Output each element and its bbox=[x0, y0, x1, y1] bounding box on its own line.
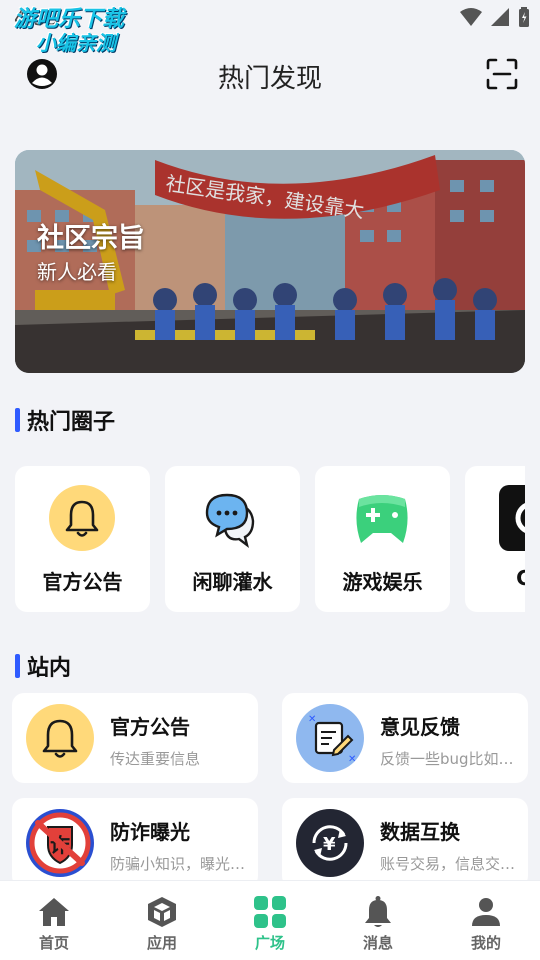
site-card-feedback[interactable]: ✕ ✕ 意见反馈 反馈一些bug比如… bbox=[282, 693, 528, 783]
nav-item-apps[interactable]: 应用 bbox=[108, 881, 216, 960]
site-card-desc: 反馈一些bug比如… bbox=[380, 750, 514, 768]
bottom-nav: 首页 应用 广场 消息 我的 bbox=[0, 880, 540, 960]
battery-icon bbox=[519, 7, 529, 27]
anti-fraud-icon: 诈 bbox=[26, 809, 94, 877]
circle-label: GG bbox=[516, 566, 525, 590]
circle-label: 闲聊灌水 bbox=[192, 570, 273, 594]
site-card-name: 官方公告 bbox=[110, 715, 190, 739]
site-heading: 站内 bbox=[15, 650, 71, 682]
watermark-line2: 小编亲测 bbox=[36, 31, 116, 56]
circle-label: 官方公告 bbox=[42, 570, 123, 594]
site-card-anti-fraud[interactable]: 诈 防诈曝光 防骗小知识，曝光… bbox=[12, 798, 258, 888]
nav-label: 首页 bbox=[38, 934, 69, 952]
home-icon bbox=[39, 898, 69, 926]
bell-icon bbox=[365, 896, 391, 927]
data-exchange-icon: ¥ bbox=[296, 809, 364, 877]
hot-circles-list[interactable]: 官方公告 闲聊灌水 游戏娱乐 G bbox=[15, 466, 525, 612]
watermark-logo: 游吧乐下载 小编亲测 bbox=[14, 7, 125, 56]
site-card-desc: 账号交易，信息交… bbox=[380, 855, 516, 873]
gamepad-icon bbox=[349, 485, 415, 551]
nav-item-home[interactable]: 首页 bbox=[0, 881, 108, 960]
circle-card-games[interactable]: 游戏娱乐 bbox=[315, 466, 450, 612]
circle-card-gg[interactable]: GG bbox=[465, 466, 525, 612]
svg-text:¥: ¥ bbox=[323, 834, 336, 855]
section-accent-bar bbox=[15, 654, 20, 678]
site-title: 站内 bbox=[27, 656, 72, 681]
svg-text:✕: ✕ bbox=[348, 754, 356, 765]
bell-icon bbox=[49, 485, 115, 551]
site-card-name: 防诈曝光 bbox=[110, 820, 190, 844]
nav-item-square[interactable]: 广场 bbox=[216, 881, 324, 960]
signal-icon bbox=[491, 8, 509, 26]
header: 热门发现 bbox=[0, 50, 540, 100]
grid-icon bbox=[254, 896, 286, 928]
site-card-official[interactable]: 官方公告 传达重要信息 bbox=[12, 693, 258, 783]
banner-subtitle: 新人必看 bbox=[37, 260, 117, 284]
hot-circles-heading: 热门圈子 bbox=[15, 404, 115, 436]
site-card-name: 意见反馈 bbox=[380, 715, 460, 739]
watermark-line1: 游吧乐下载 bbox=[14, 7, 125, 32]
app-logo-icon bbox=[499, 485, 525, 551]
circle-card-chat[interactable]: 闲聊灌水 bbox=[165, 466, 300, 612]
nav-label: 广场 bbox=[254, 934, 285, 952]
chat-bubbles-icon bbox=[199, 485, 265, 551]
status-icons bbox=[460, 7, 530, 27]
feedback-icon: ✕ ✕ bbox=[296, 704, 364, 772]
banner-title: 社区宗旨 bbox=[37, 223, 145, 254]
page-title: 热门发现 bbox=[217, 64, 322, 94]
svg-text:✕: ✕ bbox=[308, 714, 316, 725]
nav-item-messages[interactable]: 消息 bbox=[324, 881, 432, 960]
section-accent-bar bbox=[15, 408, 20, 432]
site-card-desc: 防骗小知识，曝光… bbox=[110, 855, 246, 873]
site-card-data-exchange[interactable]: ¥ 数据互换 账号交易，信息交… bbox=[282, 798, 528, 888]
nav-label: 应用 bbox=[146, 934, 177, 952]
cube-icon bbox=[148, 897, 176, 927]
circle-label: 游戏娱乐 bbox=[342, 570, 423, 594]
nav-item-profile[interactable]: 我的 bbox=[432, 881, 540, 960]
person-icon bbox=[472, 898, 500, 926]
site-card-desc: 传达重要信息 bbox=[110, 750, 201, 768]
nav-label: 消息 bbox=[362, 934, 393, 952]
wifi-icon bbox=[460, 8, 482, 26]
hot-circles-title: 热门圈子 bbox=[27, 410, 116, 435]
community-banner[interactable]: 社区是我家，建设靠大 社区宗旨 新人必看 bbox=[15, 150, 525, 373]
site-card-name: 数据互换 bbox=[380, 820, 460, 844]
circle-card-official[interactable]: 官方公告 bbox=[15, 466, 150, 612]
nav-label: 我的 bbox=[470, 934, 501, 952]
bell-icon bbox=[26, 704, 94, 772]
scan-icon[interactable] bbox=[486, 58, 518, 90]
